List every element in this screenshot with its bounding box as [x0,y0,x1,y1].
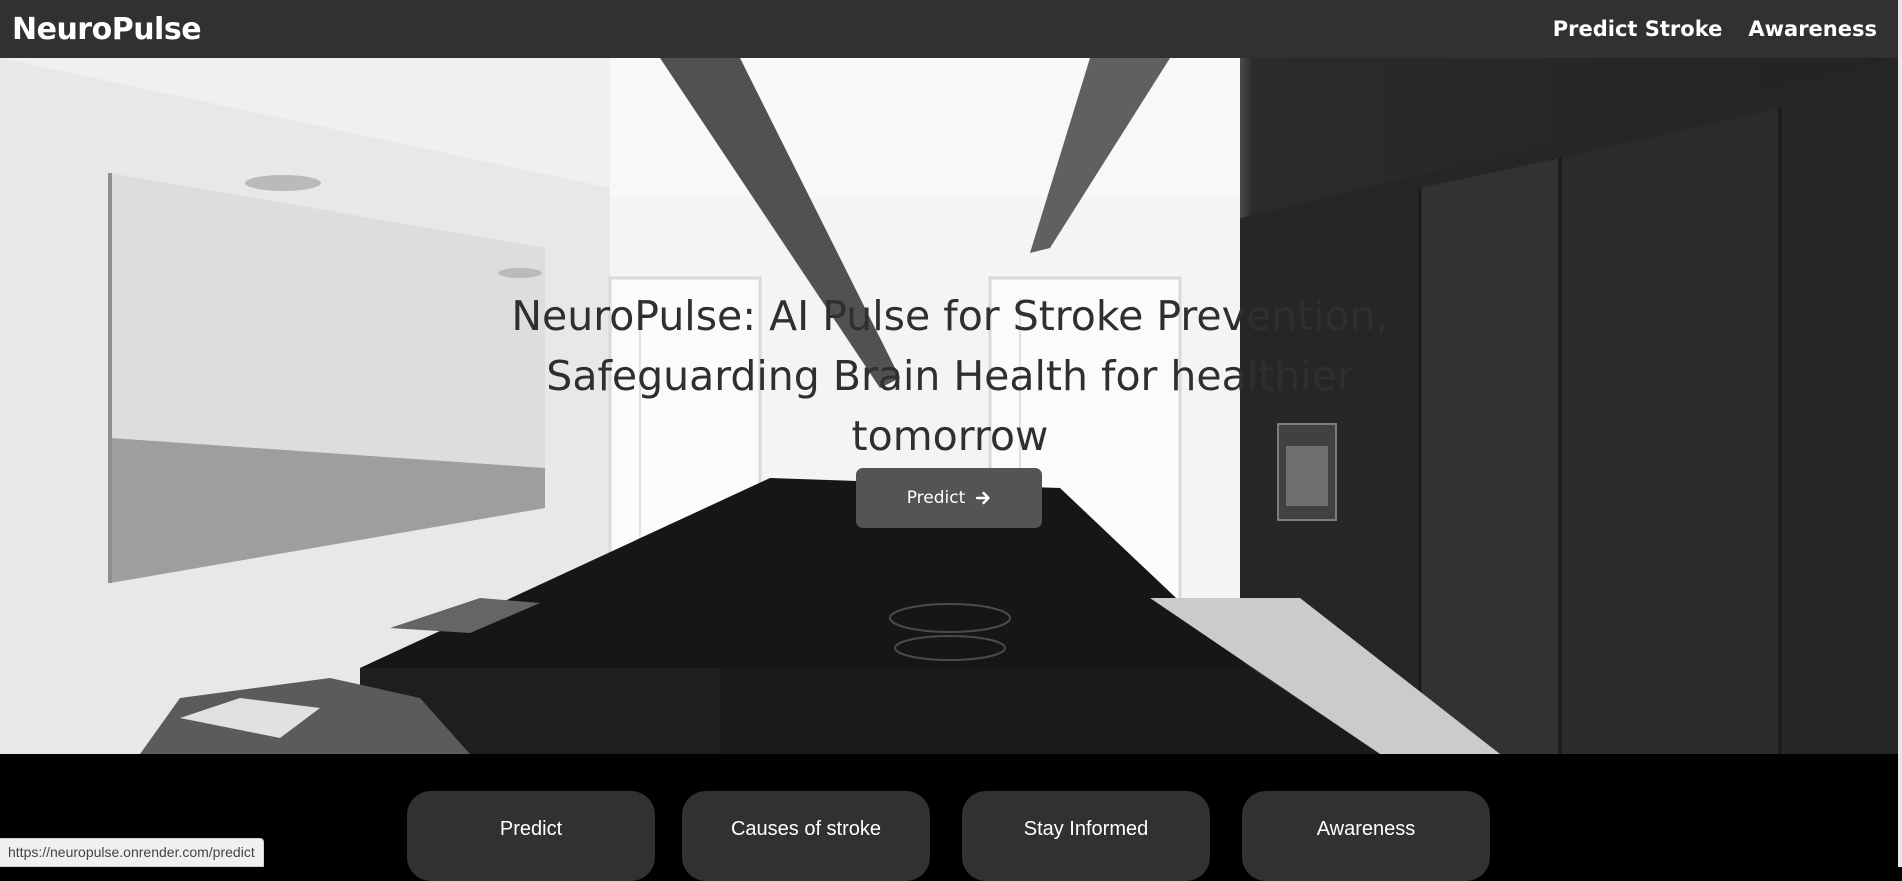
nav-links: Predict Stroke Awareness [1553,17,1877,41]
hero-title: NeuroPulse: AI Pulse for Stroke Preventi… [511,292,1389,460]
feature-cards: Predict Causes of stroke Stay Informed A… [0,754,1898,881]
nav-link-awareness[interactable]: Awareness [1748,17,1877,41]
card-causes-of-stroke[interactable]: Causes of stroke [682,791,930,881]
card-awareness[interactable]: Awareness [1242,791,1490,881]
brand-logo[interactable]: NeuroPulse [12,12,202,47]
page-scrollbar[interactable] [1898,0,1902,867]
status-bar-url: https://neuropulse.onrender.com/predict [0,838,264,867]
card-predict[interactable]: Predict [407,791,655,881]
predict-button[interactable]: Predict [856,468,1042,528]
navbar: NeuroPulse Predict Stroke Awareness [0,0,1898,58]
card-stay-informed[interactable]: Stay Informed [962,791,1210,881]
predict-button-label: Predict [906,488,966,508]
hero-section: NeuroPulse: AI Pulse for Stroke Preventi… [0,58,1898,754]
nav-link-predict-stroke[interactable]: Predict Stroke [1553,17,1723,41]
arrow-right-icon [976,491,990,505]
